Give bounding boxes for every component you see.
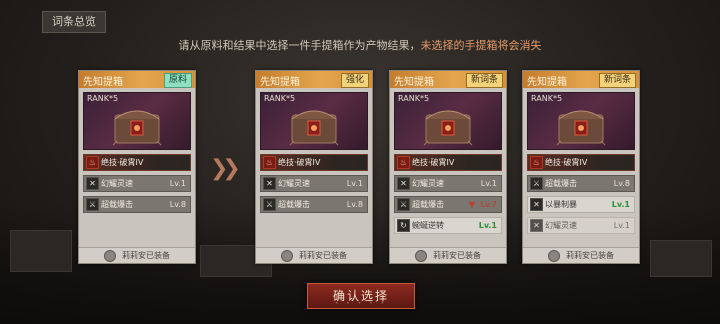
suitcase-chest-icon: [112, 110, 162, 146]
affix-row: ✕ 幻耀灵速 Lv.1: [394, 175, 502, 192]
equipped-footer: 莉莉安已装备: [256, 247, 372, 263]
affix-level: Lv.1: [480, 179, 497, 188]
suitcase-card-new-affix[interactable]: 先知提箱 新词条 RANK*5 ♨ 绝技·破霄IV ⚔ 超载爆击 Lv.8 ✕ …: [522, 70, 640, 264]
affix-level: Lv.1: [169, 179, 186, 188]
card-header: 先知提箱 新词条: [523, 71, 639, 88]
affix-name: 幻耀灵速: [278, 179, 310, 188]
flame-icon: ♨: [86, 156, 99, 169]
sword-icon: ⚔: [263, 198, 276, 211]
main-affix-row: ♨ 绝技·破霄IV: [260, 154, 368, 171]
affix-name: 幻耀灵速: [545, 221, 577, 230]
affix-row: ✕ 幻耀灵速 Lv.1: [83, 175, 191, 192]
suitcase-card-new-affix[interactable]: 先知提箱 新词条 RANK*5 ♨ 绝技·破霄IV ✕ 幻耀灵速 Lv.1 ⚔ …: [389, 70, 507, 264]
card-title: 先知提箱: [394, 77, 434, 88]
character-avatar-icon: [281, 249, 293, 262]
card-title: 先知提箱: [260, 77, 300, 88]
affix-level: Lv.1: [611, 200, 630, 209]
affix-level: Lv.1: [346, 179, 363, 188]
affix-level: Lv.7: [480, 200, 497, 209]
twist-icon: ↻: [397, 219, 410, 232]
suitcase-card-material[interactable]: 先知提箱 原料 RANK*5 ♨ 绝技·破霄IV ✕ 幻耀灵速 Lv.1 ⚔ 超…: [78, 70, 196, 264]
affix-row: ✕ 幻耀灵速 Lv.1: [260, 175, 368, 192]
affix-row: ⚔ 超载爆击 Lv.8: [260, 196, 368, 213]
main-affix-name: 绝技·破霄IV: [278, 158, 321, 167]
flame-icon: ♨: [397, 156, 410, 169]
equipped-label: 莉莉安已装备: [299, 251, 347, 260]
affix-name: 超载爆击: [278, 200, 310, 209]
affix-row-removed: ✕ 幻耀灵速 Lv.1: [527, 217, 635, 234]
affix-level: Lv.8: [346, 200, 363, 209]
equipped-footer: 莉莉安已装备: [79, 247, 195, 263]
main-affix-name: 绝技·破霄IV: [101, 158, 144, 167]
main-affix-name: 绝技·破霄IV: [545, 158, 588, 167]
affix-name: 超载爆击: [412, 200, 444, 209]
main-affix-name: 绝技·破霄IV: [412, 158, 455, 167]
card-tag: 新词条: [465, 73, 503, 88]
main-affix-row: ♨ 绝技·破霄IV: [527, 154, 635, 171]
crossed-swords-icon: ✕: [86, 177, 99, 190]
affix-row: ⚔ 超载爆击 Lv.8: [83, 196, 191, 213]
affix-name: 幻耀灵速: [412, 179, 444, 188]
card-header: 先知提箱 新词条: [390, 71, 506, 88]
equipped-footer: 莉莉安已装备: [523, 247, 639, 263]
crossed-swords-icon: ✕: [263, 177, 276, 190]
instruction-warning: 未选择的手提箱将会消失: [420, 39, 542, 52]
background-crate: [10, 230, 72, 272]
card-tag: 原料: [163, 73, 192, 88]
sword-icon: ⚔: [530, 177, 543, 190]
equipped-label: 莉莉安已装备: [122, 251, 170, 260]
suitcase-image: RANK*5: [527, 92, 635, 150]
affix-name: 超载爆击: [101, 200, 133, 209]
equipped-label: 莉莉安已装备: [566, 251, 614, 260]
main-affix-row: ♨ 绝技·破霄IV: [83, 154, 191, 171]
card-tag: 新词条: [598, 73, 636, 88]
crossed-swords-icon: ✕: [530, 219, 543, 232]
background-crate: [650, 240, 712, 277]
suitcase-card-enhanced[interactable]: 先知提箱 强化 RANK*5 ♨ 绝技·破霄IV ✕ 幻耀灵速 Lv.1 ⚔ 超…: [255, 70, 373, 264]
flame-icon: ♨: [263, 156, 276, 169]
affix-name: 蜿蜒逆转: [412, 221, 444, 230]
suitcase-chest-icon: [423, 110, 473, 146]
instruction-text: 请从原料和结果中选择一件手提箱作为产物结果，: [178, 39, 421, 52]
equipped-label: 莉莉安已装备: [433, 251, 481, 260]
decrease-arrow-icon: ▼: [468, 200, 475, 209]
affix-row-new: ↻ 蜿蜒逆转 Lv.1: [394, 217, 502, 234]
crossed-blades-icon: ✕: [530, 198, 543, 211]
suitcase-image: RANK*5: [260, 92, 368, 150]
affix-row-new: ✕ 以暴制暴 Lv.1: [527, 196, 635, 213]
affix-name: 幻耀灵速: [101, 179, 133, 188]
affix-name: 以暴制暴: [545, 200, 577, 209]
card-title: 先知提箱: [83, 77, 123, 88]
character-avatar-icon: [548, 249, 560, 262]
affix-row: ⚔ 超载爆击 Lv.8: [527, 175, 635, 192]
main-affix-row: ♨ 绝技·破霄IV: [394, 154, 502, 171]
crossed-swords-icon: ✕: [397, 177, 410, 190]
button-decoration: • • • • •: [334, 300, 388, 307]
flame-icon: ♨: [530, 156, 543, 169]
double-chevron-right-icon: ❯❯: [210, 156, 241, 181]
sword-icon: ⚔: [86, 198, 99, 211]
affix-row: ⚔ 超载爆击 ▼ Lv.7: [394, 196, 502, 213]
equipped-footer: 莉莉安已装备: [390, 247, 506, 263]
selection-instruction: 请从原料和结果中选择一件手提箱作为产物结果，未选择的手提箱将会消失: [0, 37, 720, 53]
affix-level: Lv.1: [613, 221, 630, 230]
card-header: 先知提箱 强化: [256, 71, 372, 88]
affix-level: Lv.8: [613, 179, 630, 188]
affix-level: Lv.1: [478, 221, 497, 230]
affix-name: 超载爆击: [545, 179, 577, 188]
affix-level: Lv.8: [169, 200, 186, 209]
sword-icon: ⚔: [397, 198, 410, 211]
suitcase-image: RANK*5: [394, 92, 502, 150]
character-avatar-icon: [104, 249, 116, 262]
card-tag: 强化: [340, 73, 369, 88]
suitcase-image: RANK*5: [83, 92, 191, 150]
glossary-overview-button[interactable]: 词条总览: [42, 11, 106, 33]
suitcase-chest-icon: [556, 110, 606, 146]
card-title: 先知提箱: [527, 77, 567, 88]
card-header: 先知提箱 原料: [79, 71, 195, 88]
confirm-selection-button[interactable]: 确认选择 • • • • •: [307, 283, 415, 309]
character-avatar-icon: [415, 249, 427, 262]
suitcase-chest-icon: [289, 110, 339, 146]
